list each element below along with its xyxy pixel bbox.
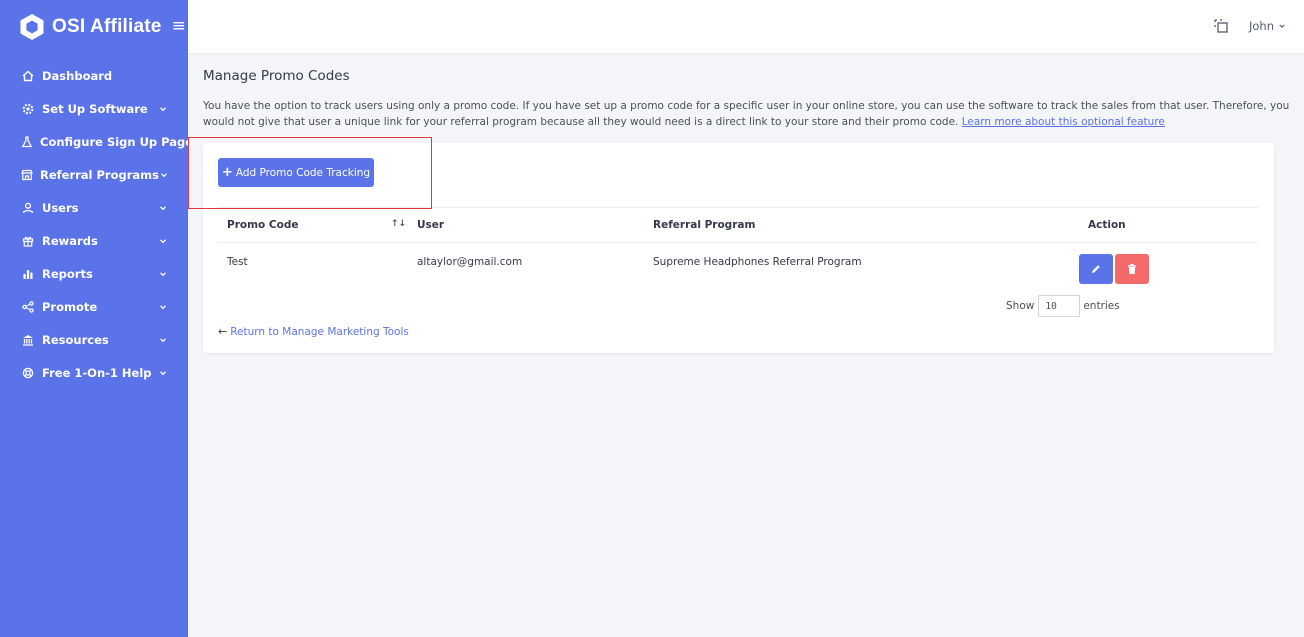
chevron-down-icon [159, 170, 169, 180]
sidebar-item-label: Reports [42, 266, 93, 281]
sidebar-item-rewards[interactable]: Rewards [0, 224, 188, 257]
sidebar-menu: Dashboard Set Up Software Configure Sign… [0, 59, 193, 389]
sidebar-item-label: Resources [42, 332, 109, 347]
sidebar-item-label: Free 1-On-1 Help [42, 365, 152, 380]
column-header-user[interactable]: User [408, 219, 644, 231]
topbar: John [188, 0, 1304, 53]
column-header-promo-code[interactable]: Promo Code ↑↓ [218, 219, 408, 231]
chevron-down-icon [158, 104, 168, 114]
cell-promo-code: Test [227, 256, 248, 268]
flask-icon [21, 135, 33, 149]
trash-icon [1128, 264, 1136, 274]
entries-count-input[interactable] [1038, 295, 1081, 317]
table-row: Test altaylor@gmail.com Supreme Headphon… [218, 243, 1259, 285]
sidebar-item-promote[interactable]: Promote [0, 290, 188, 323]
fullscreen-icon[interactable] [1213, 18, 1229, 34]
sidebar-item-dashboard[interactable]: Dashboard [0, 59, 188, 92]
promo-codes-card: + Add Promo Code Tracking Promo Code ↑↓ … [203, 143, 1274, 353]
plus-icon: + [221, 165, 233, 180]
page-title: Manage Promo Codes [203, 68, 350, 84]
sidebar-item-set-up-software[interactable]: Set Up Software [0, 92, 188, 125]
chevron-down-icon [158, 203, 168, 213]
sort-icon[interactable]: ↑↓ [391, 219, 406, 229]
learn-more-link[interactable]: Learn more about this optional feature [962, 116, 1165, 128]
bank-icon [21, 333, 35, 347]
cell-action [1079, 244, 1259, 284]
lifebuoy-icon [21, 366, 35, 380]
main-content: Manage Promo Codes You have the option t… [188, 53, 1304, 637]
sidebar-item-configure-sign-up-page[interactable]: Configure Sign Up Page [0, 125, 193, 158]
sidebar-item-users[interactable]: Users [0, 191, 188, 224]
column-header-referral-program[interactable]: Referral Program [644, 219, 1079, 231]
chevron-down-icon [158, 335, 168, 345]
entries-selector: Show entries [1006, 295, 1120, 317]
menu-toggle-icon[interactable]: ≡ [172, 18, 186, 35]
chevron-down-icon [158, 302, 168, 312]
column-header-label: Promo Code [227, 219, 299, 231]
pencil-icon [1092, 265, 1100, 273]
sidebar-item-resources[interactable]: Resources [0, 323, 188, 356]
sidebar-item-referral-programs[interactable]: Referral Programs [0, 158, 188, 191]
arrow-left-icon: ← [218, 325, 228, 338]
sidebar-item-label: Users [42, 200, 79, 215]
edit-button[interactable] [1079, 254, 1113, 284]
return-link[interactable]: ← Return to Manage Marketing Tools [218, 325, 409, 338]
sidebar-item-label: Configure Sign Up Page [40, 134, 194, 149]
cell-referral-program: Supreme Headphones Referral Program [653, 256, 862, 268]
user-menu[interactable]: John [1249, 19, 1286, 33]
cog-icon [21, 102, 35, 116]
chevron-down-icon [158, 368, 168, 378]
hexagon-logo-icon [18, 13, 46, 41]
bar-chart-icon [21, 267, 35, 281]
sidebar-item-label: Referral Programs [40, 167, 159, 182]
gift-icon [21, 234, 35, 248]
column-header-action: Action [1088, 219, 1126, 231]
add-promo-code-label: Add Promo Code Tracking [235, 166, 371, 179]
sidebar-item-label: Set Up Software [42, 101, 148, 116]
chevron-down-icon [1278, 22, 1286, 30]
brand-name: OSI Affiliate [52, 15, 162, 37]
return-link-label: Return to Manage Marketing Tools [230, 325, 409, 338]
sidebar-item-reports[interactable]: Reports [0, 257, 188, 290]
sidebar-item-free-help[interactable]: Free 1-On-1 Help [0, 356, 188, 389]
sidebar-item-label: Dashboard [42, 68, 113, 83]
row-actions [1079, 244, 1259, 284]
chevron-down-icon [158, 236, 168, 246]
user-icon [21, 201, 35, 215]
entries-show-label: Show [1006, 300, 1035, 312]
user-name: John [1248, 19, 1274, 33]
promo-codes-table: Promo Code ↑↓ User Referral Program Acti… [218, 207, 1259, 285]
entries-suffix-label: entries [1083, 300, 1120, 312]
home-icon [21, 69, 35, 83]
share-icon [21, 300, 35, 314]
add-promo-code-button[interactable]: + Add Promo Code Tracking [218, 158, 374, 187]
delete-button[interactable] [1115, 254, 1149, 284]
store-icon [21, 168, 33, 182]
sidebar-item-label: Promote [42, 299, 98, 314]
intro-text: You have the option to track users using… [203, 98, 1293, 130]
chevron-down-icon [158, 269, 168, 279]
cell-user: altaylor@gmail.com [417, 256, 523, 268]
sidebar: OSI Affiliate ≡ Dashboard Set Up Softwar… [0, 0, 193, 637]
sidebar-item-label: Rewards [42, 233, 98, 248]
table-header: Promo Code ↑↓ User Referral Program Acti… [218, 207, 1259, 243]
brand[interactable]: OSI Affiliate ≡ [0, 0, 188, 53]
